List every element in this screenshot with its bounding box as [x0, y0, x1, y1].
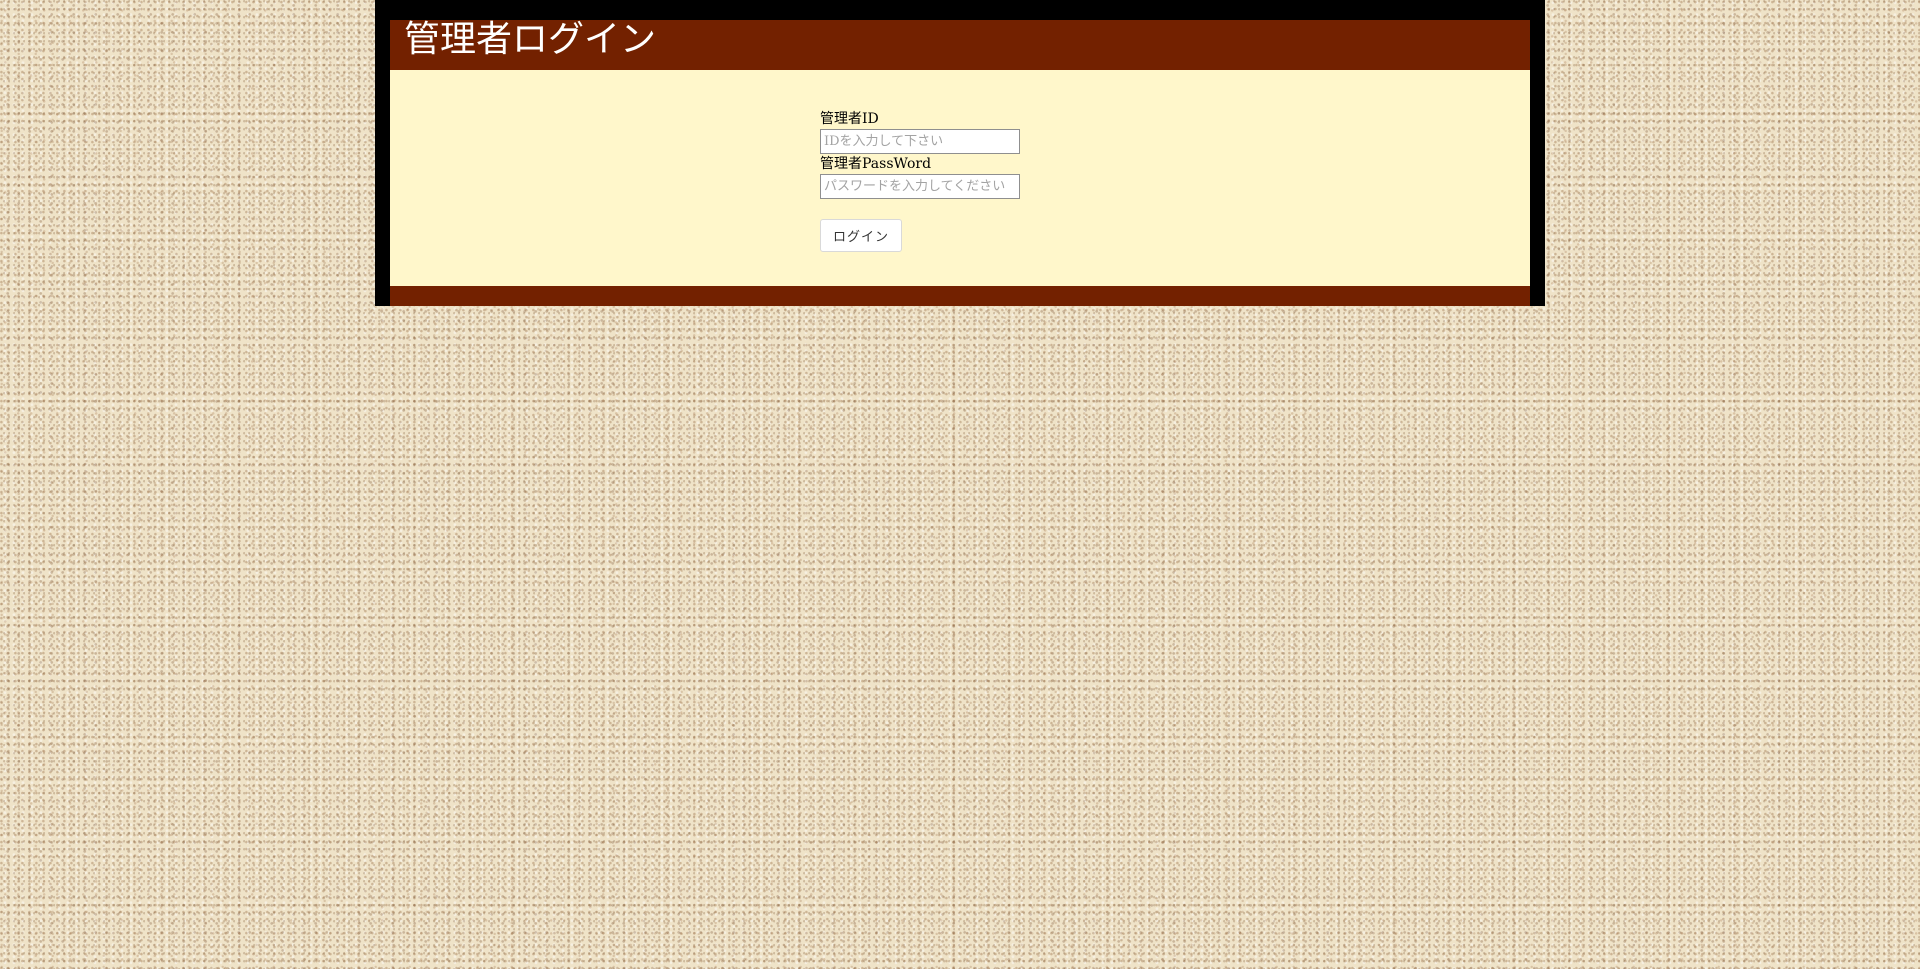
login-panel: 管理者ID 管理者PassWord ログイン — [390, 70, 1530, 286]
admin-password-label: 管理者PassWord — [820, 156, 932, 172]
page-header: 管理者ログイン — [390, 20, 1530, 70]
admin-password-input[interactable] — [820, 174, 1020, 199]
login-form: 管理者ID 管理者PassWord ログイン — [820, 110, 1020, 252]
login-button[interactable]: ログイン — [820, 219, 902, 252]
page-frame: 管理者ログイン 管理者ID 管理者PassWord ログイン — [375, 0, 1545, 306]
page-background: { "header": { "title": "管理者ログイン" }, "log… — [0, 0, 1920, 969]
page-footer — [390, 286, 1530, 306]
page-title: 管理者ログイン — [404, 19, 657, 60]
admin-id-input[interactable] — [820, 129, 1020, 154]
admin-id-label: 管理者ID — [820, 111, 879, 127]
